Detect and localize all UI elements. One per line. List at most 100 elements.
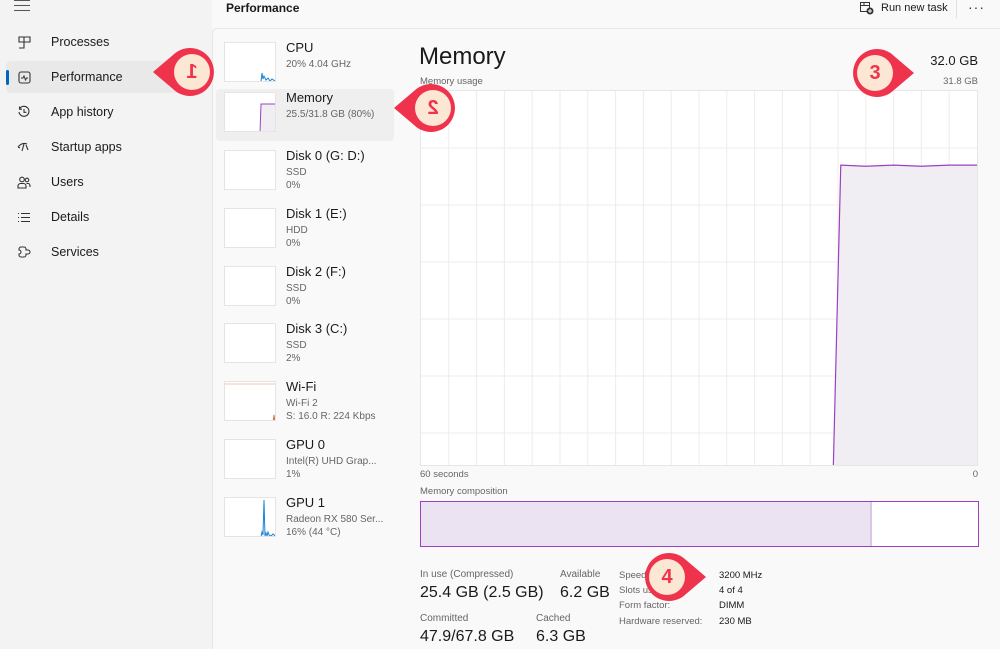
memory-usage-area xyxy=(833,165,977,465)
device-name: GPU 1 xyxy=(286,495,326,510)
details-icon xyxy=(14,212,34,223)
device-detail: 25.5/31.8 GB (80%) xyxy=(286,109,375,120)
device-name: Wi-Fi xyxy=(286,379,317,394)
hardware-reserved-value: 230 MB xyxy=(719,616,752,627)
composition-in-use xyxy=(421,502,870,546)
device-name: Disk 1 (E:) xyxy=(286,206,347,221)
device-throughput: S: 16.0 R: 224 Kbps xyxy=(286,411,376,422)
disk-thumbnail-graph xyxy=(224,150,276,190)
speed-value: 3200 MHz xyxy=(719,570,763,581)
device-usage: 1% xyxy=(286,469,301,480)
device-usage: 2% xyxy=(286,353,301,364)
device-usage: 16% (44 °C) xyxy=(286,527,341,538)
disk-thumbnail-graph xyxy=(224,323,276,363)
device-usage: 0% xyxy=(286,296,301,307)
device-item-wifi[interactable]: Wi-Fi Wi-Fi 2 S: 16.0 R: 224 Kbps xyxy=(216,378,394,430)
memory-usage-chart-svg xyxy=(421,91,977,465)
gpu-thumbnail-graph xyxy=(224,497,276,537)
wifi-thumbnail-graph xyxy=(224,381,276,421)
device-name: Memory xyxy=(286,90,333,105)
app-history-icon xyxy=(14,105,34,119)
annotation-badge-3: 3 xyxy=(832,47,914,99)
hamburger-icon[interactable] xyxy=(14,0,30,12)
memory-max-label: 31.8 GB xyxy=(943,76,978,87)
sidebar-item-label: Startup apps xyxy=(51,140,122,154)
device-type: SSD xyxy=(286,283,307,294)
device-item-memory[interactable]: Memory 25.5/31.8 GB (80%) xyxy=(216,89,394,141)
memory-title: Memory xyxy=(419,43,506,70)
device-item-disk-1[interactable]: Disk 1 (E:) HDD 0% xyxy=(216,205,394,257)
sidebar-item-label: Users xyxy=(51,175,84,189)
x-axis-start-label: 60 seconds xyxy=(420,469,469,480)
x-axis-end-label: 0 xyxy=(972,469,978,480)
more-options-button[interactable]: ··· xyxy=(968,0,985,15)
in-use-label: In use (Compressed) xyxy=(420,569,514,580)
device-item-disk-0[interactable]: Disk 0 (G: D:) SSD 0% xyxy=(216,147,394,199)
committed-value: 47.9/67.8 GB xyxy=(420,628,515,645)
sidebar-item-label: App history xyxy=(51,105,114,119)
device-name: Disk 3 (C:) xyxy=(286,321,348,336)
task-manager-window: Processes Performance App history Startu… xyxy=(0,0,1000,649)
sidebar-item-app-history[interactable]: App history xyxy=(6,96,206,128)
sidebar-item-services[interactable]: Services xyxy=(6,236,206,268)
device-item-gpu-0[interactable]: GPU 0 Intel(R) UHD Grap... 1% xyxy=(216,436,394,488)
device-usage: 0% xyxy=(286,238,301,249)
page-title: Performance xyxy=(226,1,300,15)
disk-thumbnail-graph xyxy=(224,266,276,306)
device-type: SSD xyxy=(286,340,307,351)
memory-composition-label: Memory composition xyxy=(420,486,508,497)
header-bar: Performance Run new task ··· xyxy=(212,0,1000,28)
memory-usage-chart xyxy=(420,90,978,466)
device-item-disk-2[interactable]: Disk 2 (F:) SSD 0% xyxy=(216,263,394,315)
run-task-icon xyxy=(860,1,874,15)
device-type: SSD xyxy=(286,167,307,178)
processes-icon xyxy=(14,35,34,49)
annotation-badge-2: 2 xyxy=(392,82,455,134)
sidebar-item-label: Processes xyxy=(51,35,110,49)
sidebar-item-label: Details xyxy=(51,210,90,224)
annotation-badge-1: 1 xyxy=(151,46,214,98)
memory-total: 32.0 GB xyxy=(930,53,978,68)
device-usage: 0% xyxy=(286,180,301,191)
users-icon xyxy=(14,176,34,189)
memory-composition-bar xyxy=(420,501,979,547)
slots-used-value: 4 of 4 xyxy=(719,585,743,596)
disk-thumbnail-graph xyxy=(224,208,276,248)
device-item-disk-3[interactable]: Disk 3 (C:) SSD 2% xyxy=(216,320,394,372)
startup-apps-icon xyxy=(14,141,34,153)
sidebar-item-users[interactable]: Users xyxy=(6,166,206,198)
available-label: Available xyxy=(560,569,601,580)
services-icon xyxy=(14,245,34,259)
run-new-task-button[interactable]: Run new task xyxy=(860,0,948,16)
device-item-cpu[interactable]: CPU 20% 4.04 GHz xyxy=(216,39,394,91)
annotation-number: 1 xyxy=(186,61,198,83)
sidebar-item-label: Performance xyxy=(51,70,123,84)
device-model: Radeon RX 580 Ser... xyxy=(286,514,384,525)
device-model: Intel(R) UHD Grap... xyxy=(286,456,377,467)
device-name: GPU 0 xyxy=(286,437,326,452)
annotation-badge-4: 4 xyxy=(624,551,706,603)
form-factor-value: DIMM xyxy=(719,600,745,611)
annotation-number: 3 xyxy=(869,62,881,84)
device-type: HDD xyxy=(286,225,308,236)
committed-label: Committed xyxy=(420,613,469,624)
annotation-number: 2 xyxy=(427,97,439,119)
device-name: Disk 2 (F:) xyxy=(286,264,346,279)
run-new-task-label: Run new task xyxy=(881,2,948,14)
sidebar-item-details[interactable]: Details xyxy=(6,201,206,233)
divider xyxy=(956,0,957,18)
cached-label: Cached xyxy=(536,613,571,624)
device-detail: 20% 4.04 GHz xyxy=(286,59,352,70)
cached-value: 6.3 GB xyxy=(536,628,586,645)
sidebar-item-label: Services xyxy=(51,245,99,259)
in-use-value: 25.4 GB (2.5 GB) xyxy=(420,584,544,601)
sidebar-item-startup-apps[interactable]: Startup apps xyxy=(6,131,206,163)
gpu-thumbnail-graph xyxy=(224,439,276,479)
device-name: CPU xyxy=(286,40,314,55)
hardware-reserved-label: Hardware reserved: xyxy=(619,616,703,627)
composition-modified xyxy=(869,502,873,546)
active-indicator xyxy=(6,70,9,85)
memory-thumbnail-graph xyxy=(224,92,276,132)
device-adapter: Wi-Fi 2 xyxy=(286,398,318,409)
device-item-gpu-1[interactable]: GPU 1 Radeon RX 580 Ser... 16% (44 °C) xyxy=(216,494,394,546)
